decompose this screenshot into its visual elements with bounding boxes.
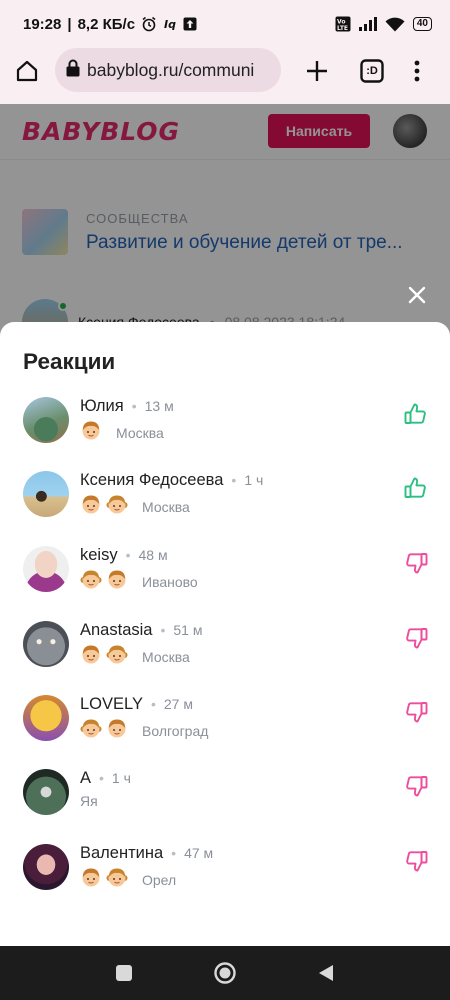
volte-icon: Vo LTE (335, 16, 351, 32)
user-city: Иваново (142, 573, 198, 590)
boy-icon (80, 866, 102, 893)
user-avatar[interactable] (23, 769, 69, 815)
separator-dot: • (99, 770, 104, 786)
system-nav-bar (0, 946, 450, 1000)
children-info: Москва (80, 419, 164, 446)
reaction-time: 13 м (144, 398, 174, 414)
children-info: Орел (80, 866, 176, 893)
children-info: Иваново (80, 568, 198, 595)
separator-dot: • (160, 622, 166, 638)
user-city: Орел (142, 871, 177, 888)
upload-icon (183, 17, 197, 31)
wifi-icon (385, 17, 405, 32)
boy-icon (106, 568, 128, 595)
reaction-time: 1 ч (111, 770, 131, 786)
app-notification-icon: Iq (163, 17, 177, 31)
user-name[interactable]: LOVELY (80, 695, 143, 713)
separator-dot: • (150, 696, 156, 712)
reaction-item[interactable]: Юлия • 13 м Москва (0, 395, 450, 455)
address-bar[interactable]: babyblog.ru/communi (55, 48, 281, 92)
status-separator: | (67, 15, 72, 33)
boy-icon (106, 717, 128, 744)
svg-text:LTE: LTE (337, 25, 348, 32)
browser-toolbar: babyblog.ru/communi :D (0, 48, 450, 104)
user-avatar[interactable] (23, 397, 69, 443)
thumbs-down-icon (403, 550, 429, 576)
status-time: 19:28 (23, 15, 62, 33)
boy-icon (80, 419, 102, 446)
user-city: Яя (80, 793, 98, 809)
svg-text:Iq: Iq (164, 18, 176, 31)
reaction-time: 1 ч (244, 472, 264, 488)
girl-icon (80, 568, 102, 595)
thumbs-up-icon (403, 475, 429, 501)
reaction-time: 47 м (184, 845, 214, 861)
separator-dot: • (171, 845, 177, 861)
thumbs-down-icon (403, 625, 429, 651)
user-avatar[interactable] (23, 844, 69, 890)
reaction-item[interactable]: Ксения Федосеева • 1 ч Москва (0, 469, 450, 529)
reaction-time: 51 м (173, 622, 203, 638)
home-icon[interactable] (14, 58, 40, 84)
thumbs-up-icon (403, 401, 429, 427)
alarm-icon (141, 16, 157, 32)
user-name[interactable]: Ксения Федосеева (80, 471, 223, 489)
battery-indicator: 40 (412, 17, 432, 31)
girl-icon (106, 643, 128, 670)
tab-switcher-button[interactable]: :D (359, 58, 385, 84)
user-avatar[interactable] (23, 695, 69, 741)
separator-dot: • (131, 398, 137, 414)
user-avatar[interactable] (23, 546, 69, 592)
reaction-item[interactable]: А • 1 ч Яя (0, 767, 450, 827)
user-name[interactable]: keisy (80, 546, 118, 564)
user-city: Волгоград (142, 722, 209, 739)
user-city: Москва (116, 424, 164, 441)
user-name[interactable]: Валентина (80, 844, 163, 862)
user-avatar[interactable] (23, 621, 69, 667)
user-city: Москва (142, 648, 190, 665)
back-button[interactable] (314, 961, 338, 985)
reaction-item[interactable]: Anastasia • 51 м Москва (0, 619, 450, 679)
girl-icon (80, 717, 102, 744)
thumbs-down-icon (403, 848, 429, 874)
children-info: Волгоград (80, 717, 208, 744)
user-name[interactable]: Anastasia (80, 621, 152, 639)
children-info: Москва (80, 493, 190, 520)
status-bar: 19:28 | 8,2 КБ/с Iq Vo LTE 40 (0, 0, 450, 48)
user-name[interactable]: А (80, 769, 91, 787)
separator-dot: • (231, 472, 237, 488)
boy-icon (80, 493, 102, 520)
close-icon[interactable] (404, 282, 430, 308)
network-speed: 8,2 КБ/с (77, 15, 136, 33)
sheet-title: Реакции (23, 349, 116, 374)
boy-icon (80, 643, 102, 670)
reaction-item[interactable]: keisy • 48 м Иваново (0, 544, 450, 604)
thumbs-down-icon (403, 773, 429, 799)
girl-icon (106, 493, 128, 520)
reactions-sheet: Реакции Юлия • 13 м Москва Ксения Федосеева •… (0, 322, 450, 946)
girl-icon (106, 866, 128, 893)
separator-dot: • (125, 547, 131, 563)
home-button[interactable] (213, 961, 237, 985)
reaction-time: 48 м (138, 547, 168, 563)
children-info: Москва (80, 643, 190, 670)
more-menu-icon[interactable] (404, 58, 430, 84)
reaction-time: 27 м (163, 696, 193, 712)
user-city: Москва (142, 498, 190, 515)
signal-icon (358, 17, 377, 31)
lock-icon (65, 59, 81, 82)
reaction-item[interactable]: LOVELY • 27 м Волгоград (0, 693, 450, 753)
url-text: babyblog.ru/communi (87, 59, 255, 80)
reaction-item[interactable]: Валентина • 47 м Орел (0, 842, 450, 902)
thumbs-down-icon (403, 699, 429, 725)
user-avatar[interactable] (23, 471, 69, 517)
user-name[interactable]: Юлия (80, 397, 124, 415)
tab-count: :D (366, 65, 378, 77)
recent-apps-button[interactable] (112, 961, 136, 985)
new-tab-icon[interactable] (304, 58, 330, 84)
